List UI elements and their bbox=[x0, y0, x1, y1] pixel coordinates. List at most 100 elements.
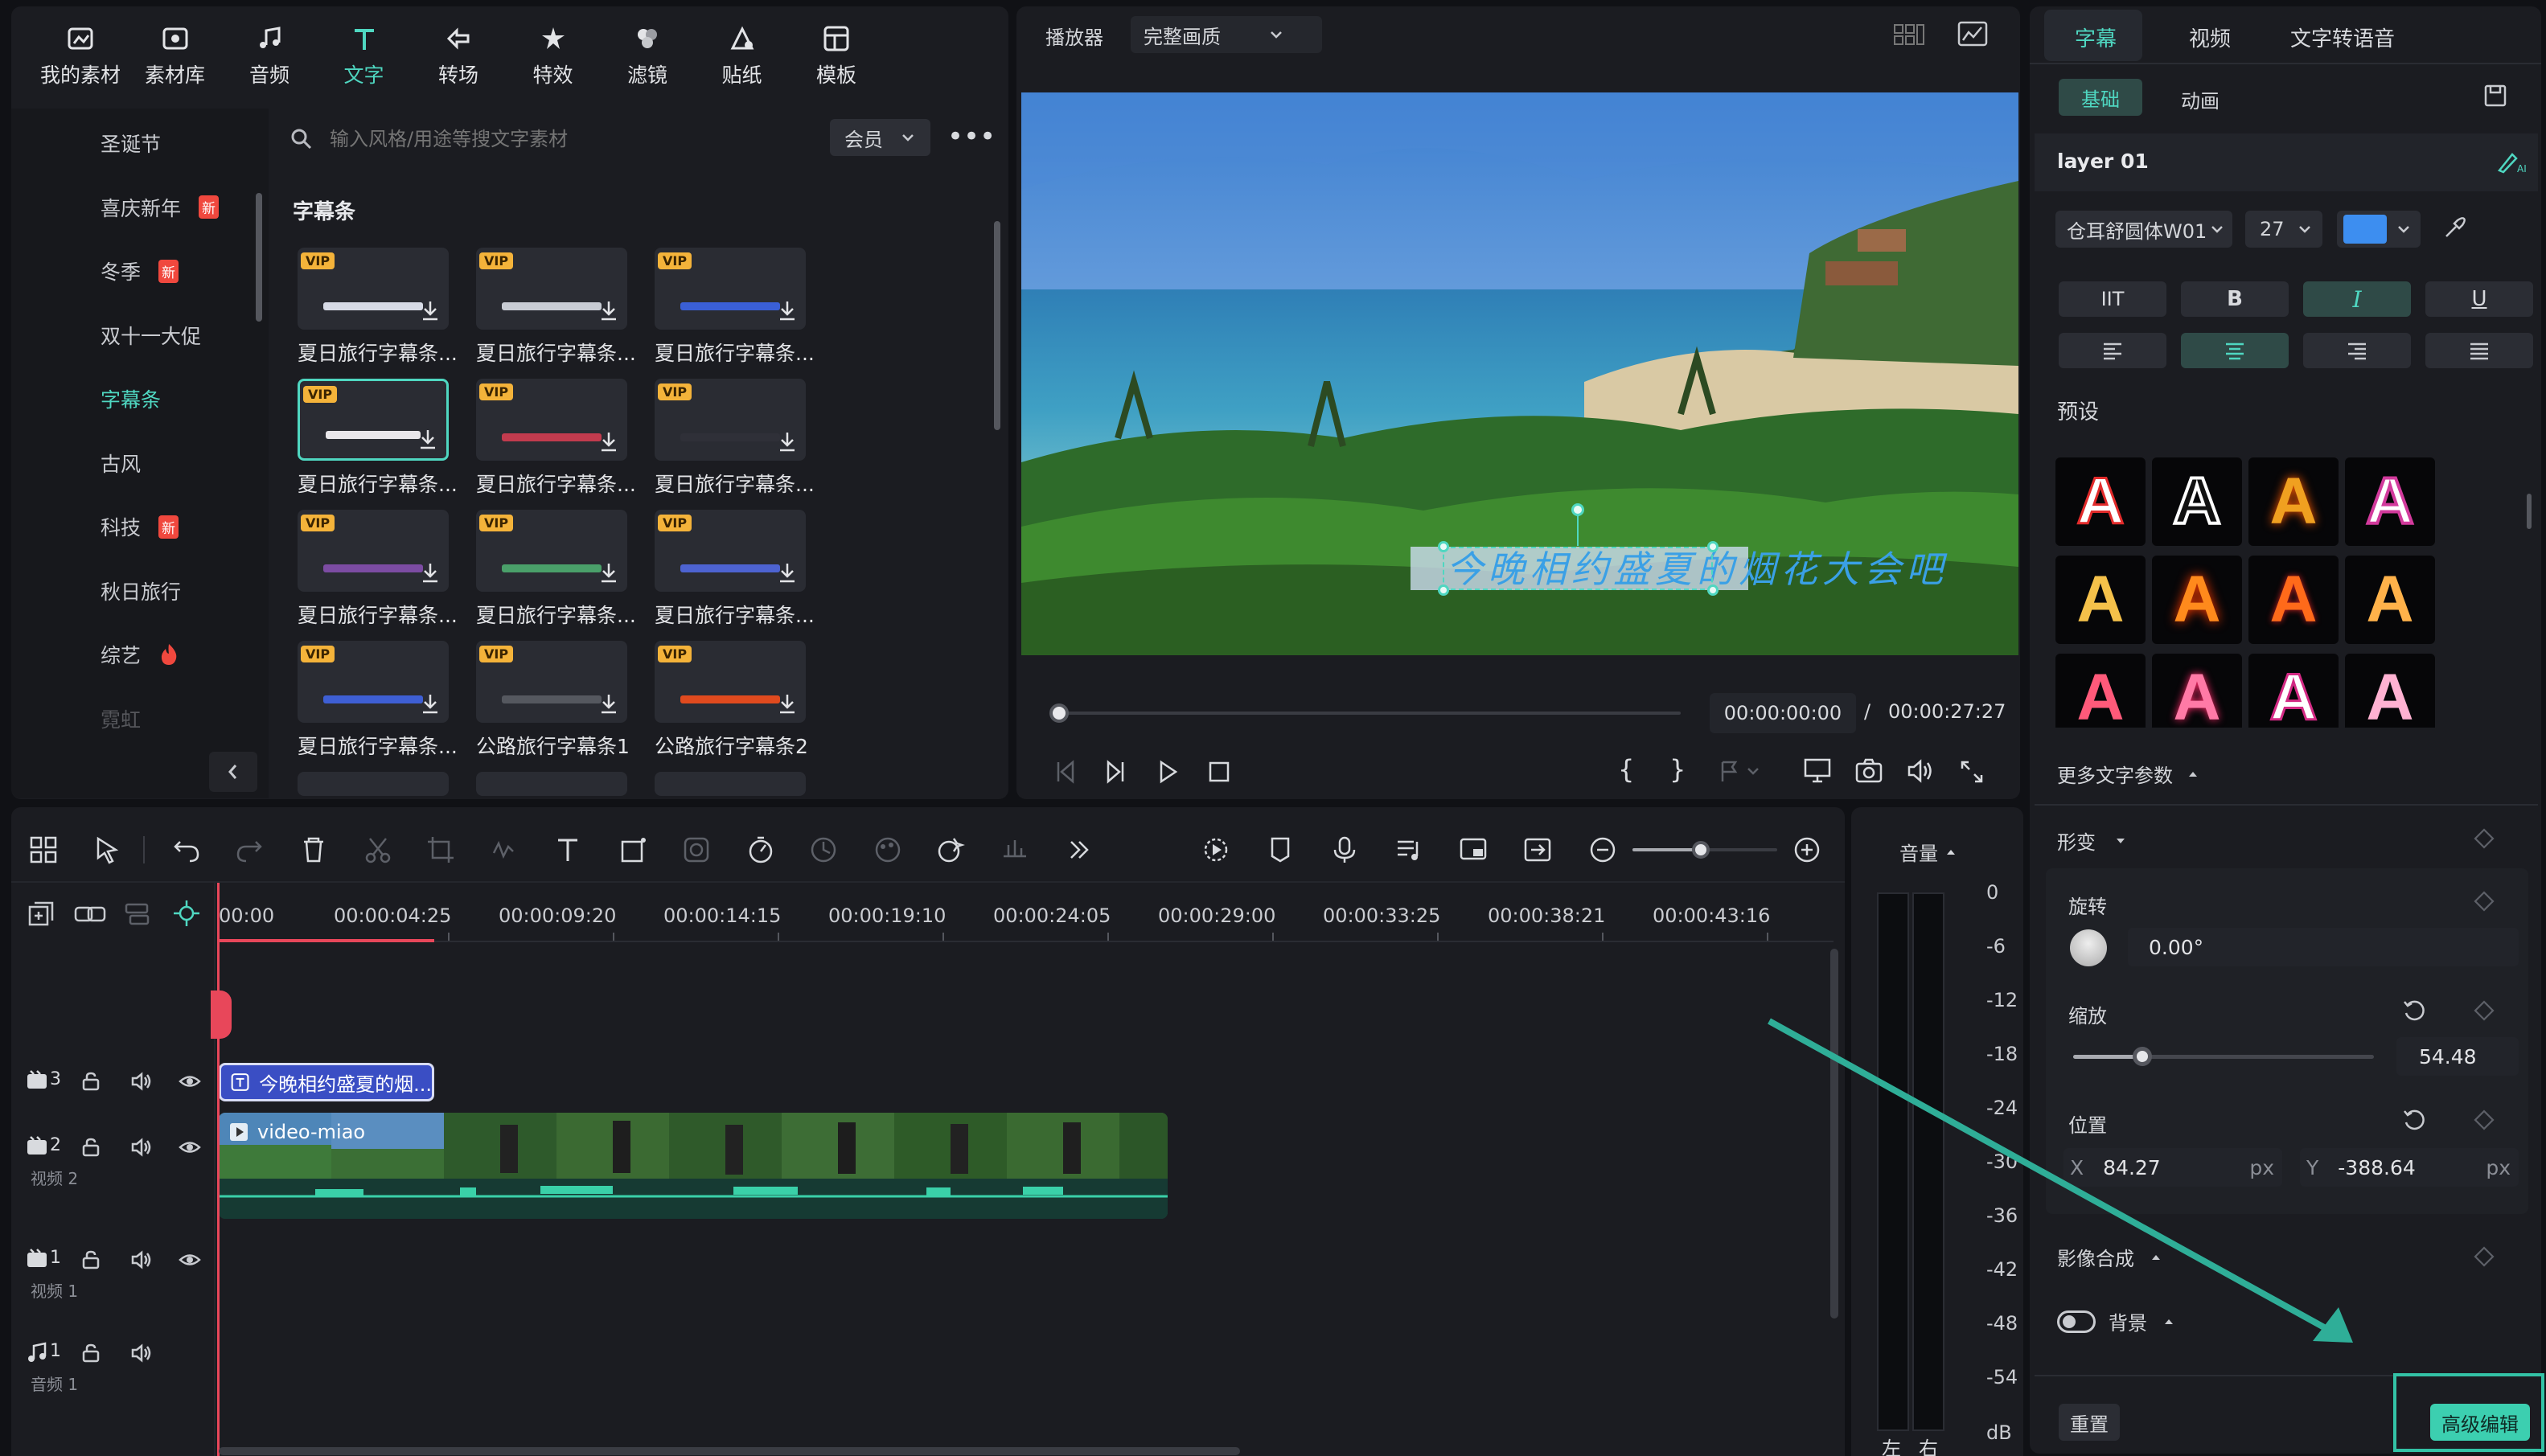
playhead-handle[interactable] bbox=[211, 990, 232, 1039]
tab-text-to-speech[interactable]: 文字转语音 bbox=[2290, 23, 2395, 52]
more-options-icon[interactable]: ••• bbox=[947, 123, 996, 150]
visibility-icon[interactable] bbox=[179, 1137, 201, 1158]
audio-mix-icon[interactable] bbox=[1394, 835, 1423, 864]
preset-pink-outline[interactable]: A bbox=[2345, 457, 2435, 546]
subtitle-template-card[interactable]: VIP bbox=[476, 641, 627, 723]
search-input[interactable] bbox=[330, 128, 812, 150]
subtitle-template-card[interactable]: VIP bbox=[655, 510, 806, 592]
download-icon[interactable] bbox=[777, 561, 798, 584]
playhead-knob[interactable] bbox=[1049, 703, 1069, 723]
mute-icon[interactable] bbox=[130, 1249, 153, 1270]
mask-icon[interactable] bbox=[682, 835, 711, 864]
search-bar[interactable] bbox=[290, 119, 836, 159]
collapse-sidebar-button[interactable] bbox=[209, 752, 257, 792]
delete-icon[interactable] bbox=[299, 835, 328, 864]
tool-template[interactable]: 模板 bbox=[796, 24, 877, 105]
reset-icon[interactable] bbox=[2401, 1108, 2427, 1134]
subtitle-template-card[interactable]: VIP bbox=[655, 248, 806, 330]
video-clip[interactable]: video-miao bbox=[219, 1113, 1168, 1219]
advanced-edit-button[interactable]: 高级编辑 bbox=[2430, 1404, 2530, 1441]
microphone-icon[interactable] bbox=[1330, 835, 1359, 864]
shape-icon[interactable] bbox=[619, 835, 648, 864]
track-manager-icon[interactable] bbox=[124, 900, 151, 928]
preset-orange-glow[interactable]: A bbox=[2248, 457, 2339, 546]
scope-icon[interactable] bbox=[1957, 21, 1988, 47]
speed-icon[interactable] bbox=[746, 835, 775, 864]
category-item[interactable]: 圣诞节 bbox=[101, 129, 161, 158]
quality-dropdown[interactable]: 完整画质 bbox=[1131, 16, 1322, 53]
replace-icon[interactable] bbox=[1523, 835, 1552, 864]
subtitle-template-card[interactable] bbox=[298, 772, 449, 796]
subtitle-template-card[interactable]: VIP bbox=[298, 641, 449, 723]
zoom-in-icon[interactable] bbox=[1793, 836, 1821, 863]
tool-stock[interactable]: 素材库 bbox=[135, 24, 216, 105]
preset-yellow[interactable]: A bbox=[2345, 556, 2435, 644]
subtitle-bounding-box[interactable] bbox=[1443, 547, 1713, 590]
align-justify-button[interactable] bbox=[2425, 333, 2533, 368]
mute-icon[interactable] bbox=[130, 1137, 153, 1158]
subtitle-template-card[interactable]: VIP bbox=[298, 510, 449, 592]
visibility-icon[interactable] bbox=[179, 1249, 201, 1270]
tool-sticker[interactable]: 贴纸 bbox=[702, 24, 782, 105]
current-time-box[interactable]: 00:00:00:00 bbox=[1710, 693, 1856, 733]
audio-adjust-icon[interactable] bbox=[491, 835, 519, 864]
member-filter-dropdown[interactable]: 会员 bbox=[830, 119, 930, 156]
subtitle-template-card[interactable]: VIP bbox=[476, 379, 627, 461]
add-track-icon[interactable] bbox=[27, 900, 55, 928]
download-icon[interactable] bbox=[598, 430, 619, 453]
italic-button[interactable]: I bbox=[2303, 281, 2411, 317]
grid-scrollbar[interactable] bbox=[994, 221, 1000, 430]
rotate-handle[interactable] bbox=[1571, 503, 1584, 516]
category-item[interactable]: 喜庆新年新 bbox=[101, 193, 220, 222]
more-tools-icon[interactable] bbox=[1065, 835, 1094, 864]
layout-icon[interactable] bbox=[29, 835, 58, 864]
rotate-input[interactable]: 0.00° bbox=[2128, 928, 2519, 966]
keyframe-diamond-icon[interactable] bbox=[2474, 1000, 2495, 1021]
subtitle-template-card[interactable]: VIP bbox=[655, 379, 806, 461]
preset-magenta-outline[interactable]: A bbox=[2248, 654, 2339, 728]
fullscreen-icon[interactable] bbox=[1959, 759, 1985, 785]
download-icon[interactable] bbox=[598, 561, 619, 584]
download-icon[interactable] bbox=[777, 430, 798, 453]
font-family-dropdown[interactable]: 仓耳舒圆体W01 bbox=[2055, 211, 2232, 248]
category-item[interactable]: 霓虹 bbox=[101, 704, 141, 733]
grid-view-icon[interactable] bbox=[1893, 23, 1925, 47]
resize-handle-tl[interactable] bbox=[1438, 541, 1449, 552]
snapshot-icon[interactable] bbox=[1854, 757, 1883, 785]
lock-icon[interactable] bbox=[80, 1137, 101, 1158]
play-icon[interactable] bbox=[1155, 759, 1181, 785]
preset-fire[interactable]: A bbox=[2152, 556, 2242, 644]
keyframe-diamond-icon[interactable] bbox=[2474, 891, 2495, 912]
audio-stretch-icon[interactable] bbox=[1000, 835, 1029, 864]
eyedropper-icon[interactable] bbox=[2441, 215, 2467, 241]
mute-icon[interactable] bbox=[130, 1071, 153, 1092]
vertical-text-button[interactable]: IIT bbox=[2059, 281, 2166, 317]
previous-frame-icon[interactable] bbox=[1052, 759, 1078, 785]
keyframe-diamond-icon[interactable] bbox=[2474, 1109, 2495, 1130]
category-scrollbar[interactable] bbox=[256, 193, 262, 322]
tab-subtitle[interactable]: 字幕 bbox=[2075, 23, 2117, 52]
tool-transition[interactable]: 转场 bbox=[418, 24, 499, 105]
mark-in-icon[interactable]: { bbox=[1618, 754, 1634, 785]
category-item[interactable]: 综艺 bbox=[101, 640, 179, 669]
download-icon[interactable] bbox=[420, 299, 441, 322]
visibility-icon[interactable] bbox=[179, 1071, 201, 1092]
video-preview[interactable]: 今晚相约盛夏的烟花大会吧 bbox=[1021, 92, 2018, 655]
display-settings-icon[interactable] bbox=[1803, 757, 1832, 785]
download-icon[interactable] bbox=[420, 561, 441, 584]
keyframe-diamond-icon[interactable] bbox=[2474, 828, 2495, 849]
rotate-dial[interactable] bbox=[2070, 929, 2107, 966]
category-item[interactable]: 双十一大促 bbox=[101, 321, 201, 350]
download-icon[interactable] bbox=[777, 692, 798, 715]
subtitle-template-card[interactable]: VIP bbox=[476, 510, 627, 592]
undo-icon[interactable] bbox=[172, 835, 201, 864]
presets-scrollbar[interactable] bbox=[2527, 494, 2532, 529]
align-left-button[interactable] bbox=[2059, 333, 2166, 368]
align-right-button[interactable] bbox=[2303, 333, 2411, 368]
link-icon[interactable] bbox=[74, 900, 106, 928]
tool-text[interactable]: 文字 bbox=[324, 24, 404, 105]
resize-handle-br[interactable] bbox=[1707, 584, 1719, 596]
mark-out-icon[interactable]: } bbox=[1669, 754, 1686, 785]
text-clip[interactable]: 今晚相约盛夏的烟... bbox=[219, 1063, 434, 1101]
transform-toggle[interactable]: 形变 bbox=[2057, 826, 2126, 855]
